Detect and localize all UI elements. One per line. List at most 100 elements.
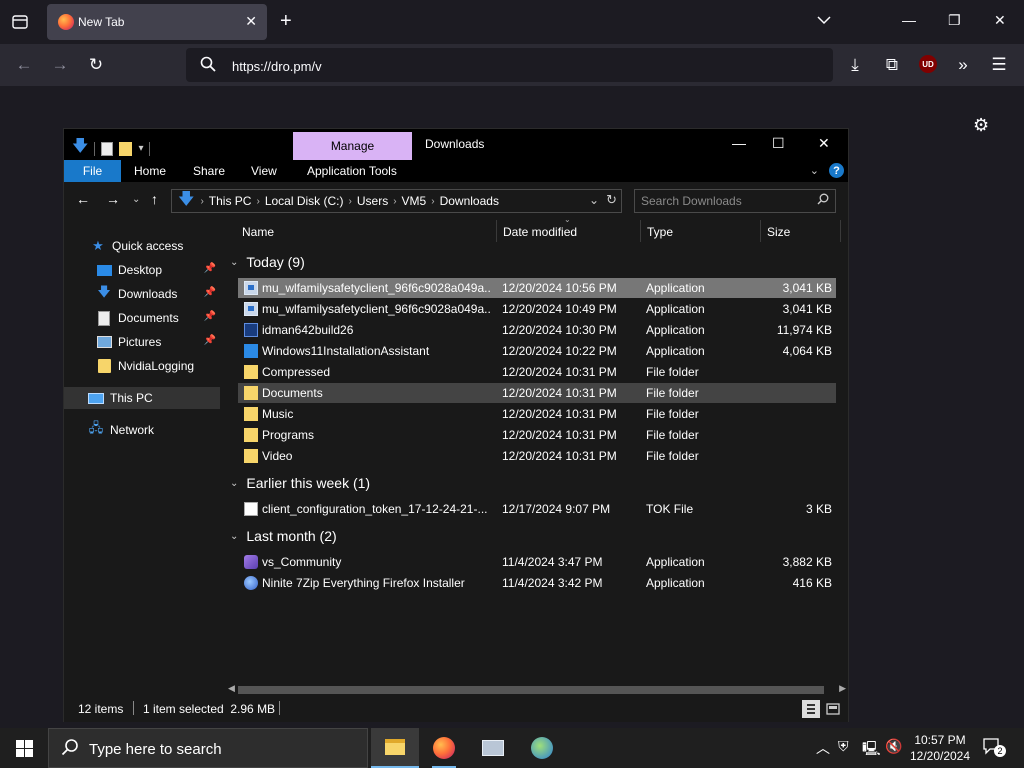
tab-file[interactable]: File: [64, 160, 121, 182]
search-input[interactable]: [641, 193, 811, 209]
qat-dropdown-icon[interactable]: ▾: [138, 143, 143, 154]
scrollbar-thumb[interactable]: [238, 686, 824, 694]
column-divider[interactable]: [640, 220, 641, 242]
table-row[interactable]: client_configuration_token_17-12-24-21-.…: [238, 499, 836, 519]
breadcrumb-vm5[interactable]: VM5: [397, 194, 432, 208]
breadcrumb-downloads[interactable]: Downloads: [435, 194, 504, 208]
system-clock[interactable]: 10:57 PM 12/20/2024: [906, 732, 974, 764]
table-row[interactable]: Documents 12/20/2024 10:31 PM File folde…: [238, 383, 836, 403]
forward-button[interactable]: →: [48, 53, 72, 77]
up-arrow-icon[interactable]: ↑: [151, 191, 158, 207]
ublock-icon[interactable]: UD: [919, 55, 937, 73]
table-row[interactable]: idman642build26 12/20/2024 10:30 PM Appl…: [238, 320, 836, 340]
nav-this-pc[interactable]: This PC: [64, 387, 220, 409]
address-dropdown-icon[interactable]: ⌄: [589, 193, 599, 207]
security-tray-icon[interactable]: ⛨: [838, 738, 849, 755]
network-tray-icon[interactable]: 🖳: [862, 738, 881, 762]
column-header-type[interactable]: Type: [647, 218, 673, 246]
table-row[interactable]: Programs 12/20/2024 10:31 PM File folder: [238, 425, 836, 445]
taskbar-search-box[interactable]: Type here to search: [48, 728, 368, 768]
downloads-button[interactable]: ⤓: [843, 53, 867, 77]
tab-application-tools[interactable]: Application Tools: [307, 160, 397, 182]
column-divider[interactable]: [496, 220, 497, 242]
column-divider[interactable]: [760, 220, 761, 242]
reload-button[interactable]: ↻: [84, 53, 108, 77]
table-row[interactable]: mu_wlfamilysafetyclient_96f6c9028a049a..…: [238, 299, 836, 319]
tab-home[interactable]: Home: [134, 160, 166, 182]
nav-downloads[interactable]: 🡇 Downloads 📌: [64, 283, 220, 305]
nav-nvidialogging[interactable]: NvidiaLogging: [64, 355, 220, 377]
group-header-last-month[interactable]: ⌄ Last month (2): [230, 524, 337, 548]
url-text[interactable]: https://dro.pm/v: [232, 59, 322, 74]
nav-desktop[interactable]: Desktop 📌: [64, 259, 220, 281]
app-menu-button[interactable]: ☰: [987, 53, 1011, 77]
manage-contextual-tab[interactable]: Manage: [293, 132, 412, 160]
minimize-button[interactable]: —: [902, 12, 916, 28]
properties-icon[interactable]: [101, 141, 114, 156]
table-row[interactable]: Windows11InstallationAssistant 12/20/202…: [238, 341, 836, 361]
page-settings-gear-icon[interactable]: ⚙: [973, 115, 989, 136]
table-row[interactable]: Ninite 7Zip Everything Firefox Installer…: [238, 573, 836, 593]
explorer-minimize-button[interactable]: —: [732, 135, 746, 151]
nav-quick-access[interactable]: ★ Quick access: [64, 235, 220, 257]
column-header-name[interactable]: Name: [242, 218, 274, 246]
breadcrumb-this-pc[interactable]: This PC: [204, 194, 257, 208]
close-window-button[interactable]: ✕: [994, 12, 1006, 29]
recent-locations-icon[interactable]: ⌄: [132, 194, 140, 205]
nav-documents[interactable]: Documents 📌: [64, 307, 220, 329]
taskbar-firefox[interactable]: [420, 728, 468, 768]
nav-network[interactable]: 🖧 Network: [64, 419, 220, 441]
table-row[interactable]: Compressed 12/20/2024 10:31 PM File fold…: [238, 362, 836, 382]
back-button[interactable]: ←: [12, 53, 36, 77]
scroll-right-icon[interactable]: ▶: [839, 683, 846, 694]
pin-icon[interactable]: 📌: [204, 287, 216, 298]
close-tab-icon[interactable]: ✕: [245, 13, 257, 30]
restore-button[interactable]: ❐: [948, 12, 961, 29]
notification-center-button[interactable]: 2: [982, 737, 1006, 757]
group-header-today[interactable]: ⌄ Today (9): [230, 250, 305, 274]
group-header-earlier-this-week[interactable]: ⌄ Earlier this week (1): [230, 471, 370, 495]
back-arrow-icon[interactable]: ←: [76, 191, 90, 207]
table-row[interactable]: Video 12/20/2024 10:31 PM File folder: [238, 446, 836, 466]
tab-share[interactable]: Share: [193, 160, 225, 182]
firefox-view-button[interactable]: [8, 10, 32, 34]
nav-pictures[interactable]: Pictures 📌: [64, 331, 220, 353]
expand-ribbon-icon[interactable]: ⌄: [810, 164, 819, 177]
search-downloads-box[interactable]: [634, 189, 836, 213]
url-bar[interactable]: https://dro.pm/v: [186, 48, 833, 82]
explorer-close-button[interactable]: ✕: [818, 135, 830, 152]
taskbar-remote-app[interactable]: [469, 728, 517, 768]
table-row[interactable]: vs_Community 11/4/2024 3:47 PM Applicati…: [238, 552, 836, 572]
scroll-left-icon[interactable]: ◀: [228, 683, 235, 694]
details-view-icon[interactable]: [802, 700, 820, 718]
pin-icon[interactable]: 📌: [204, 311, 216, 322]
tab-new-tab[interactable]: New Tab ✕: [47, 4, 267, 40]
breadcrumb-local-disk[interactable]: Local Disk (C:): [260, 194, 349, 208]
breadcrumb-users[interactable]: Users: [352, 194, 393, 208]
refresh-icon[interactable]: ↻: [606, 192, 617, 208]
extensions-button[interactable]: ⧉: [880, 53, 904, 77]
new-folder-icon[interactable]: [119, 141, 133, 156]
table-row[interactable]: mu_wlfamilysafetyclient_96f6c9028a049a..…: [238, 278, 836, 298]
pin-icon[interactable]: 📌: [204, 263, 216, 274]
taskbar-network-app[interactable]: [518, 728, 566, 768]
horizontal-scrollbar[interactable]: ◀ ▶: [222, 683, 848, 696]
large-icons-view-icon[interactable]: [824, 700, 842, 718]
column-header-size[interactable]: Size: [767, 218, 790, 246]
column-header-date[interactable]: Date modified: [503, 218, 577, 246]
show-hidden-icons-chevron-icon[interactable]: ︿: [816, 738, 830, 758]
list-all-tabs-button[interactable]: [817, 12, 831, 28]
volume-muted-icon[interactable]: 🔇: [885, 738, 902, 755]
pin-icon[interactable]: 📌: [204, 335, 216, 346]
help-icon[interactable]: ?: [829, 163, 844, 178]
more-tools-button[interactable]: »: [951, 53, 975, 77]
explorer-maximize-button[interactable]: ☐: [772, 135, 785, 152]
forward-arrow-icon[interactable]: →: [106, 191, 120, 207]
tab-view[interactable]: View: [251, 160, 277, 182]
taskbar-file-explorer[interactable]: [371, 728, 419, 768]
address-box[interactable]: 🡇 › This PC › Local Disk (C:) › Users › …: [171, 189, 622, 213]
new-tab-button[interactable]: +: [280, 10, 292, 32]
table-row[interactable]: Music 12/20/2024 10:31 PM File folder: [238, 404, 836, 424]
column-divider[interactable]: [840, 220, 841, 242]
start-button[interactable]: [0, 728, 48, 768]
